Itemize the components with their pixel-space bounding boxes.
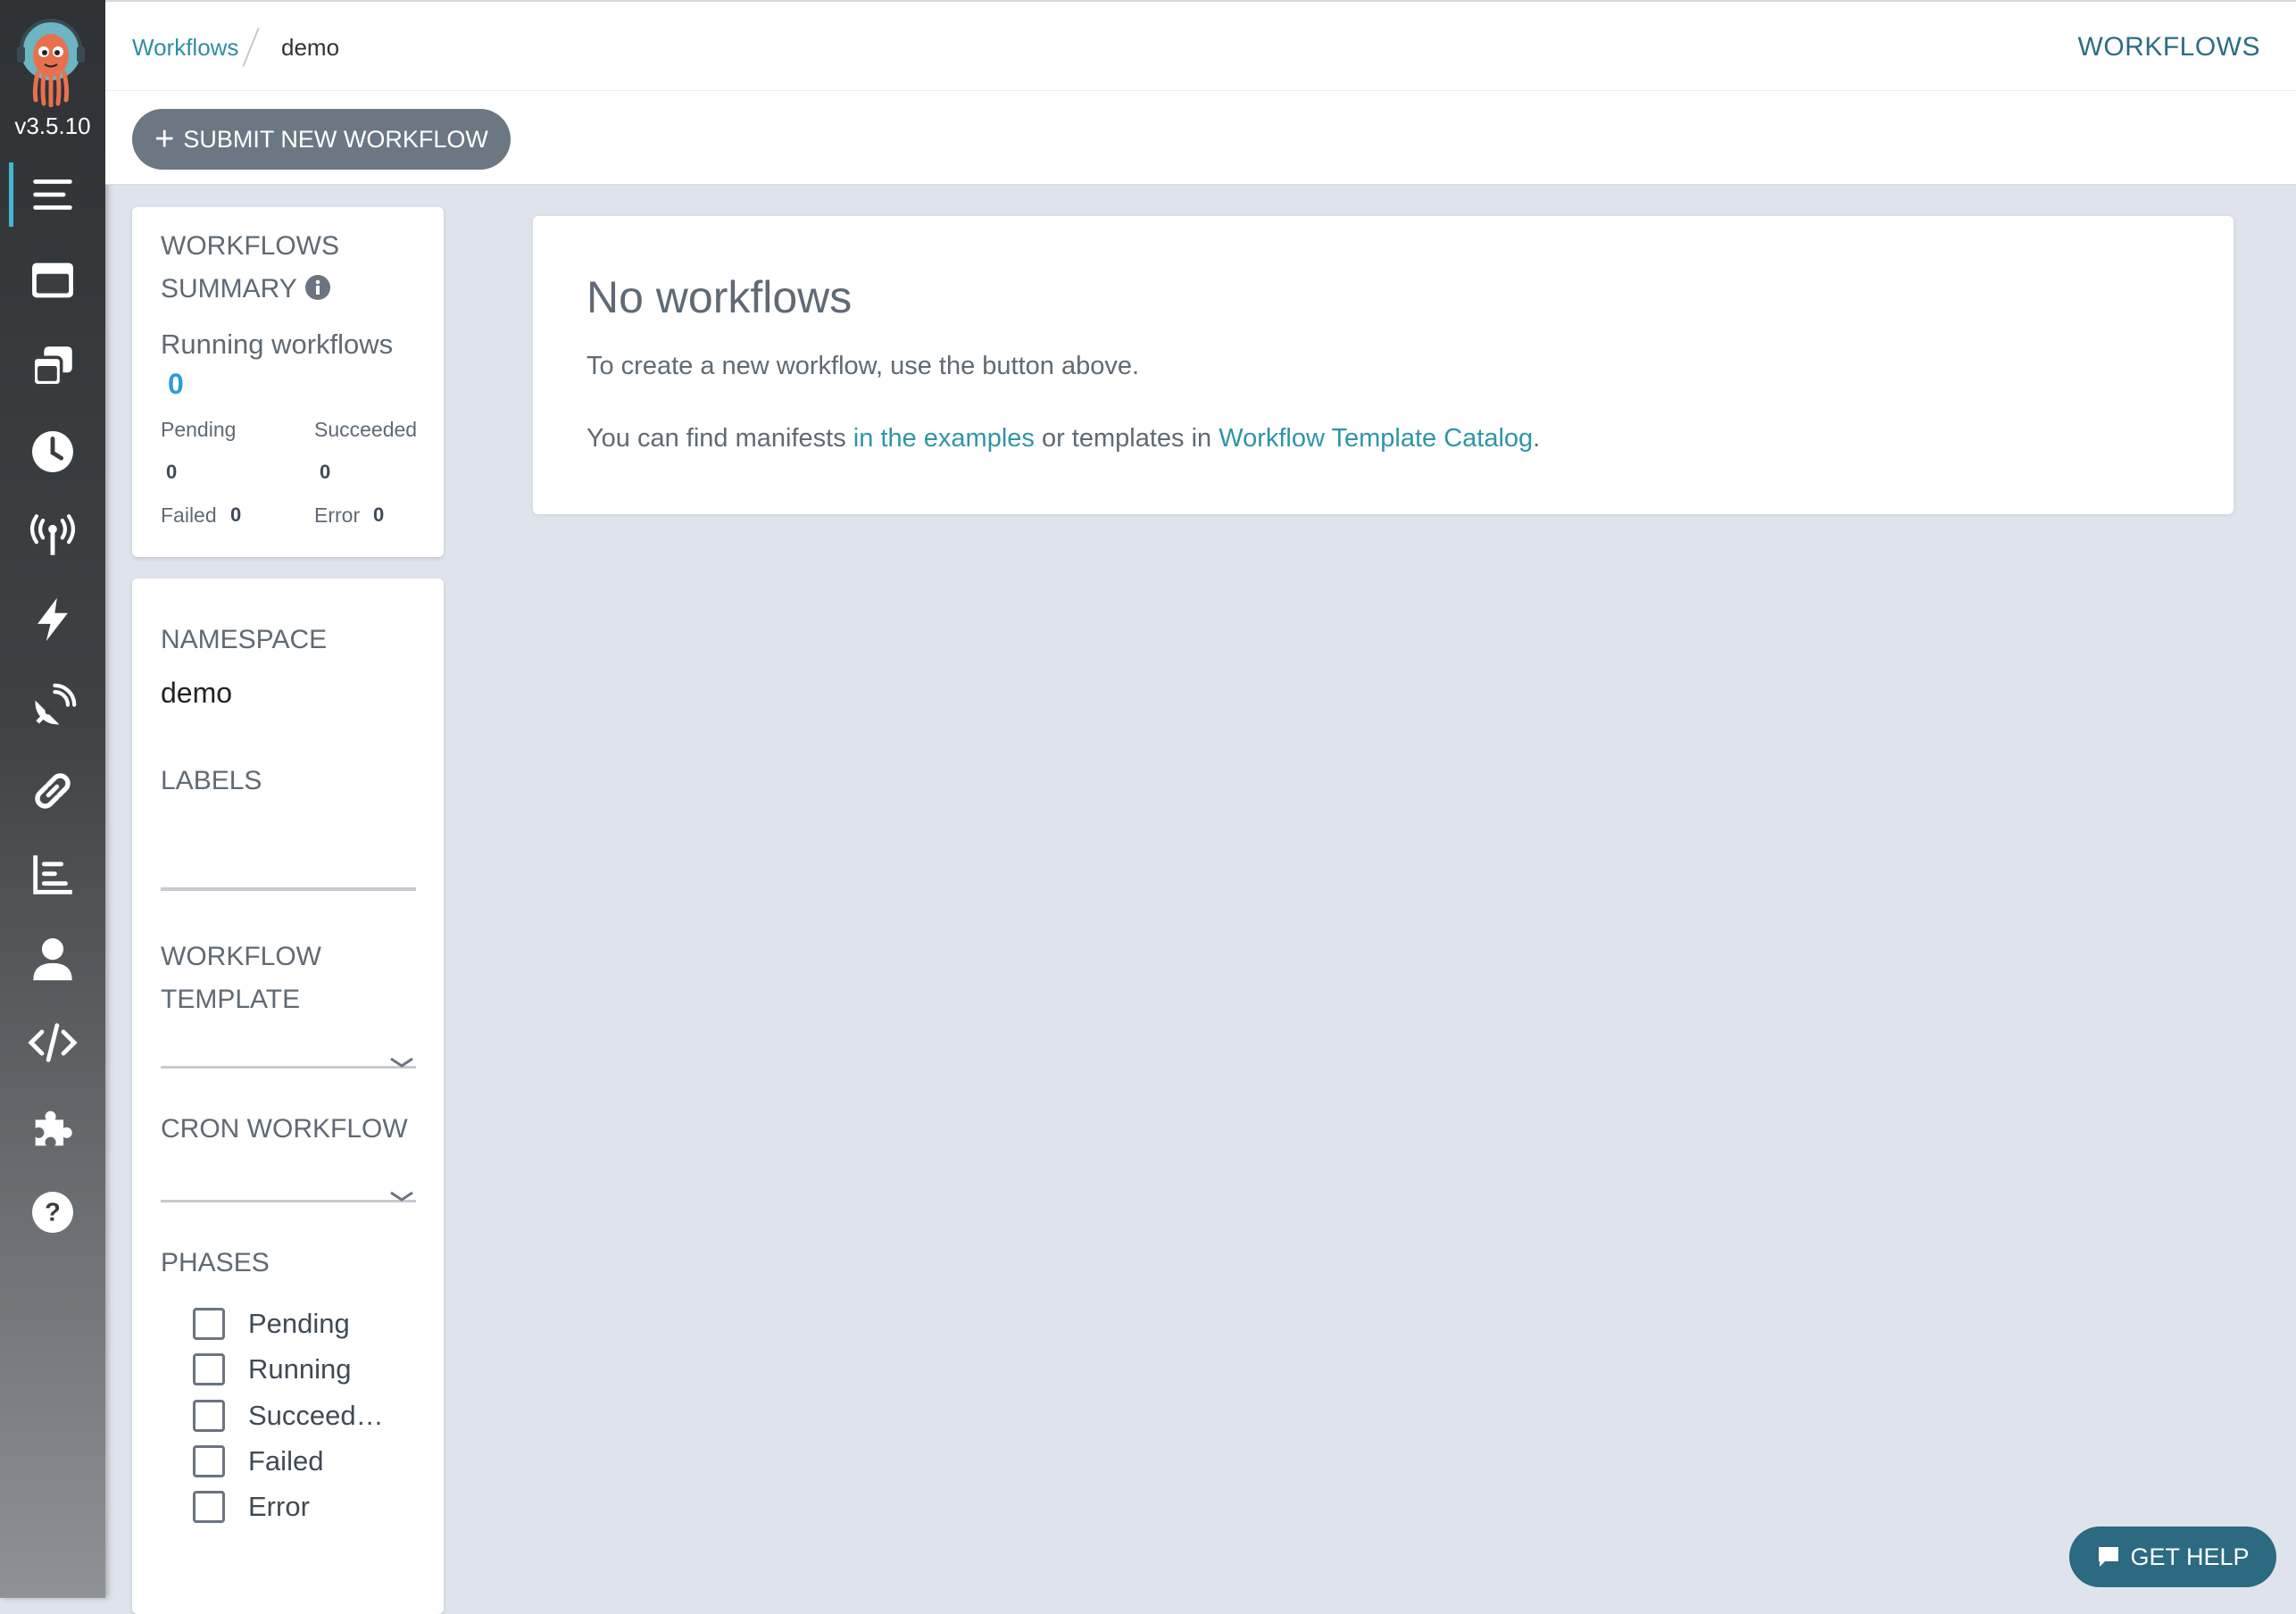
argo-logo[interactable] <box>14 18 87 108</box>
empty-state-description: To create a new workflow, use the button… <box>586 352 1140 380</box>
code-icon <box>28 1023 78 1062</box>
phase-checkbox-pending[interactable]: Pending <box>193 1306 350 1342</box>
satellite-dish-icon <box>35 683 77 725</box>
cron-workflow-label: CRON WORKFLOW <box>161 1114 408 1144</box>
toolbar: + SUBMIT NEW WORKFLOW <box>105 91 2296 185</box>
examples-link[interactable]: in the examples <box>853 424 1035 453</box>
pending-label: Pending <box>161 418 237 441</box>
workflow-template-label: WORKFLOW TEMPLATE <box>161 936 321 1021</box>
list-icon <box>33 179 72 210</box>
user-icon <box>33 938 72 981</box>
links-text-prefix: You can find manifests <box>586 424 853 453</box>
side-nav: v3.5.10 ? <box>0 0 105 1598</box>
workflow-template-label-line1: WORKFLOW <box>161 942 321 971</box>
summary-title-line2: SUMMARY <box>161 274 297 304</box>
failed-count: 0 <box>230 503 242 526</box>
nav-workflows[interactable] <box>0 159 105 230</box>
nav-sensors[interactable] <box>0 584 105 655</box>
succeeded-label: Succeeded <box>314 418 418 441</box>
broadcast-tower-icon <box>29 514 76 555</box>
phase-label: Running <box>248 1353 352 1385</box>
links-text-suffix: . <box>1533 424 1541 453</box>
nav-user[interactable] <box>0 923 105 994</box>
namespace-input[interactable]: demo <box>161 677 232 710</box>
labels-label: LABELS <box>161 766 262 795</box>
link-icon <box>35 773 71 809</box>
nav-cluster-workflow-templates[interactable] <box>0 330 105 402</box>
phase-checkbox-succeeded[interactable]: Succeed… <box>193 1398 384 1434</box>
top-header: Workflows demo WORKFLOWS <box>105 0 2296 91</box>
failed-label: Failed <box>161 503 217 527</box>
copy-icon <box>31 346 72 387</box>
submit-new-workflow-label: SUBMIT NEW WORKFLOW <box>183 125 488 153</box>
nav-reports[interactable] <box>0 839 105 911</box>
workflow-template-catalog-link[interactable]: Workflow Template Catalog <box>1219 424 1533 453</box>
links-text-middle: or templates in <box>1034 424 1219 453</box>
running-workflows-count: 0 <box>168 368 184 400</box>
phase-label: Failed <box>248 1445 324 1477</box>
phase-label: Error <box>248 1491 310 1522</box>
nav-plugins[interactable] <box>0 1093 105 1164</box>
version-label: v3.5.10 <box>14 112 91 139</box>
workflows-summary-card: WORKFLOWS SUMMARY Running workflows 0 Pe… <box>132 207 444 557</box>
summary-title-line1: WORKFLOWS <box>161 231 339 261</box>
nav-event-flow[interactable] <box>0 671 105 743</box>
nav-event-sources[interactable] <box>0 500 105 571</box>
get-help-label: GET HELP <box>2130 1543 2250 1570</box>
phase-label: Pending <box>248 1308 350 1339</box>
labels-input[interactable] <box>161 887 416 891</box>
breadcrumb-separator <box>242 28 260 67</box>
chevron-down-icon <box>390 1191 413 1202</box>
svg-text:?: ? <box>45 1199 61 1227</box>
clock-icon <box>32 431 73 472</box>
error-label: Error <box>314 503 361 527</box>
error-count: 0 <box>373 503 385 526</box>
empty-state-title: No workflows <box>586 272 853 322</box>
workflow-template-select[interactable] <box>161 1066 416 1069</box>
nav-workflow-templates[interactable] <box>0 245 105 316</box>
checkbox[interactable] <box>193 1491 225 1523</box>
comment-icon <box>2099 1547 2119 1567</box>
breadcrumb-current: demo <box>281 34 340 61</box>
phase-label: Succeed… <box>248 1400 384 1431</box>
nav-links[interactable] <box>0 755 105 827</box>
submit-new-workflow-button[interactable]: + SUBMIT NEW WORKFLOW <box>132 109 511 170</box>
checkbox[interactable] <box>193 1308 225 1340</box>
chart-bar-icon <box>33 855 72 894</box>
checkbox[interactable] <box>193 1445 225 1477</box>
checkbox[interactable] <box>193 1353 225 1385</box>
nav-api-docs[interactable] <box>0 1007 105 1078</box>
chevron-down-icon <box>390 1057 413 1068</box>
page-title: WORKFLOWS <box>2077 32 2260 62</box>
filters-card: NAMESPACE demo LABELS WORKFLOW TEMPLATE … <box>132 578 444 1614</box>
nav-help[interactable]: ? <box>0 1177 105 1248</box>
question-circle-icon: ? <box>32 1192 73 1233</box>
nav-cron-workflows[interactable] <box>0 416 105 487</box>
window-icon <box>32 262 73 298</box>
info-icon[interactable] <box>304 274 331 301</box>
phase-checkbox-running[interactable]: Running <box>193 1352 351 1387</box>
bolt-icon <box>37 597 68 642</box>
empty-state-links-text: You can find manifests in the examples o… <box>586 424 1540 453</box>
workflow-template-label-line2: TEMPLATE <box>161 985 301 1014</box>
checkbox[interactable] <box>193 1400 225 1432</box>
phase-checkbox-failed[interactable]: Failed <box>193 1443 323 1479</box>
cron-workflow-select[interactable] <box>161 1200 416 1202</box>
breadcrumb-workflows-link[interactable]: Workflows <box>132 34 238 62</box>
plus-icon: + <box>154 121 175 158</box>
succeeded-count: 0 <box>320 461 331 483</box>
pending-count: 0 <box>166 461 178 483</box>
empty-state-panel: No workflows To create a new workflow, u… <box>533 216 2234 514</box>
summary-title: WORKFLOWS SUMMARY <box>161 225 339 311</box>
get-help-button[interactable]: GET HELP <box>2069 1527 2276 1587</box>
puzzle-piece-icon <box>35 1111 72 1146</box>
namespace-label: NAMESPACE <box>161 625 328 654</box>
phase-checkbox-error[interactable]: Error <box>193 1489 310 1525</box>
phases-label: PHASES <box>161 1248 270 1277</box>
running-workflows-label: Running workflows <box>161 329 394 360</box>
